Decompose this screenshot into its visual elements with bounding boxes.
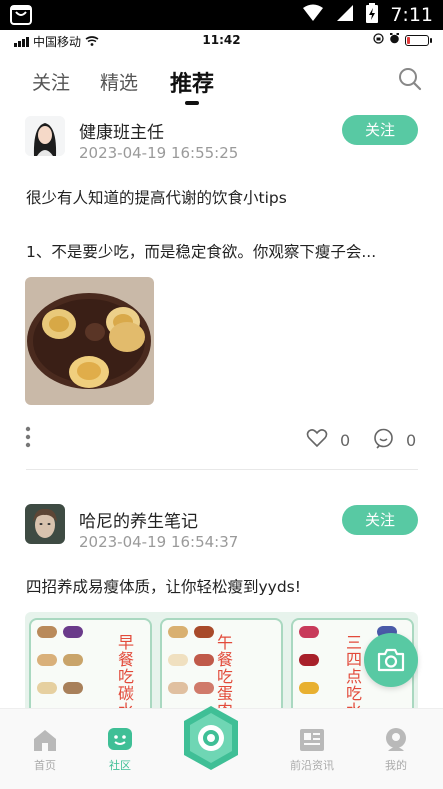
post-excerpt[interactable]: 1、不是要少吃，而是稳定食欲。你观察下瘦子会... bbox=[26, 240, 418, 262]
panel-heading: 午餐吃蛋肉 bbox=[216, 633, 233, 708]
nav-home-label: 首页 bbox=[34, 759, 56, 772]
rotation-lock-icon bbox=[373, 33, 384, 47]
nav-home[interactable]: 首页 bbox=[15, 727, 75, 773]
android-app-icon bbox=[10, 5, 32, 25]
comment-stat[interactable]: 0 bbox=[373, 428, 416, 453]
nav-profile-label: 我的 bbox=[385, 759, 407, 772]
comment-count: 0 bbox=[406, 431, 417, 450]
nav-news[interactable]: 前沿资讯 bbox=[282, 727, 342, 773]
post-image[interactable] bbox=[25, 277, 154, 405]
phone-status-bar: 中国移动 11:42 bbox=[0, 30, 443, 52]
like-stat[interactable]: 0 bbox=[306, 428, 350, 452]
camera-button[interactable] bbox=[364, 633, 418, 687]
profile-icon bbox=[383, 727, 409, 753]
follow-button[interactable]: 关注 bbox=[342, 505, 418, 535]
community-icon bbox=[107, 727, 133, 753]
tab-following[interactable]: 关注 bbox=[32, 68, 70, 95]
heart-icon bbox=[306, 428, 328, 452]
nav-community-label: 社区 bbox=[109, 759, 131, 772]
bottom-nav: 首页 社区 前沿资讯 我的 bbox=[0, 705, 443, 789]
post-title[interactable]: 四招养成易瘦体质，让你轻松瘦到yyds! bbox=[26, 575, 418, 597]
tab-recommended[interactable]: 推荐 bbox=[170, 66, 214, 98]
comment-icon bbox=[373, 428, 394, 453]
center-ring-icon bbox=[182, 706, 240, 775]
post-datetime: 2023-04-19 16:54:37 bbox=[79, 533, 239, 551]
battery-charging-icon bbox=[366, 2, 379, 28]
wifi-icon bbox=[302, 4, 324, 27]
more-options-icon[interactable] bbox=[25, 426, 31, 448]
camera-icon bbox=[377, 647, 405, 677]
nav-profile[interactable]: 我的 bbox=[366, 727, 426, 773]
like-count: 0 bbox=[340, 430, 351, 450]
author-name[interactable]: 健康班主任 bbox=[79, 118, 164, 143]
alarm-icon bbox=[389, 33, 400, 47]
center-action-button[interactable] bbox=[182, 705, 240, 771]
top-tab-bar: 关注 精选 推荐 bbox=[0, 52, 443, 112]
tab-featured[interactable]: 精选 bbox=[100, 68, 138, 95]
search-icon[interactable] bbox=[397, 66, 423, 92]
author-avatar[interactable] bbox=[25, 504, 65, 544]
system-status-bar: 7:11 bbox=[0, 0, 443, 30]
signal-icon bbox=[336, 4, 354, 27]
infographic-panel: 早餐吃碳水 bbox=[29, 618, 152, 708]
post-title[interactable]: 很少有人知道的提高代谢的饮食小tips bbox=[26, 186, 418, 208]
nav-news-label: 前沿资讯 bbox=[290, 759, 334, 772]
post-feed: 健康班主任 2023-04-19 16:55:25 关注 很少有人知道的提高代谢… bbox=[0, 112, 443, 708]
follow-button[interactable]: 关注 bbox=[342, 115, 418, 145]
system-time: 7:11 bbox=[390, 4, 433, 26]
post-datetime: 2023-04-19 16:55:25 bbox=[79, 144, 239, 162]
author-name[interactable]: 哈尼的养生笔记 bbox=[79, 507, 198, 532]
panel-heading: 三四点吃水 bbox=[345, 633, 362, 708]
post-image[interactable]: 早餐吃碳水 午餐吃蛋肉 三四点吃水 bbox=[25, 612, 418, 708]
news-icon bbox=[299, 727, 325, 753]
infographic-panel: 午餐吃蛋肉 bbox=[160, 618, 283, 708]
author-avatar[interactable] bbox=[25, 116, 65, 156]
battery-icon bbox=[405, 34, 432, 46]
panel-heading: 早餐吃碳水 bbox=[117, 633, 134, 708]
active-tab-indicator bbox=[185, 101, 199, 105]
app-screen: 7:11 中国移动 11:42 关注 精选 推荐 健康班主任 2023-04-1… bbox=[0, 0, 443, 789]
home-icon bbox=[32, 727, 58, 753]
post-divider bbox=[26, 469, 418, 470]
nav-community[interactable]: 社区 bbox=[90, 727, 150, 773]
